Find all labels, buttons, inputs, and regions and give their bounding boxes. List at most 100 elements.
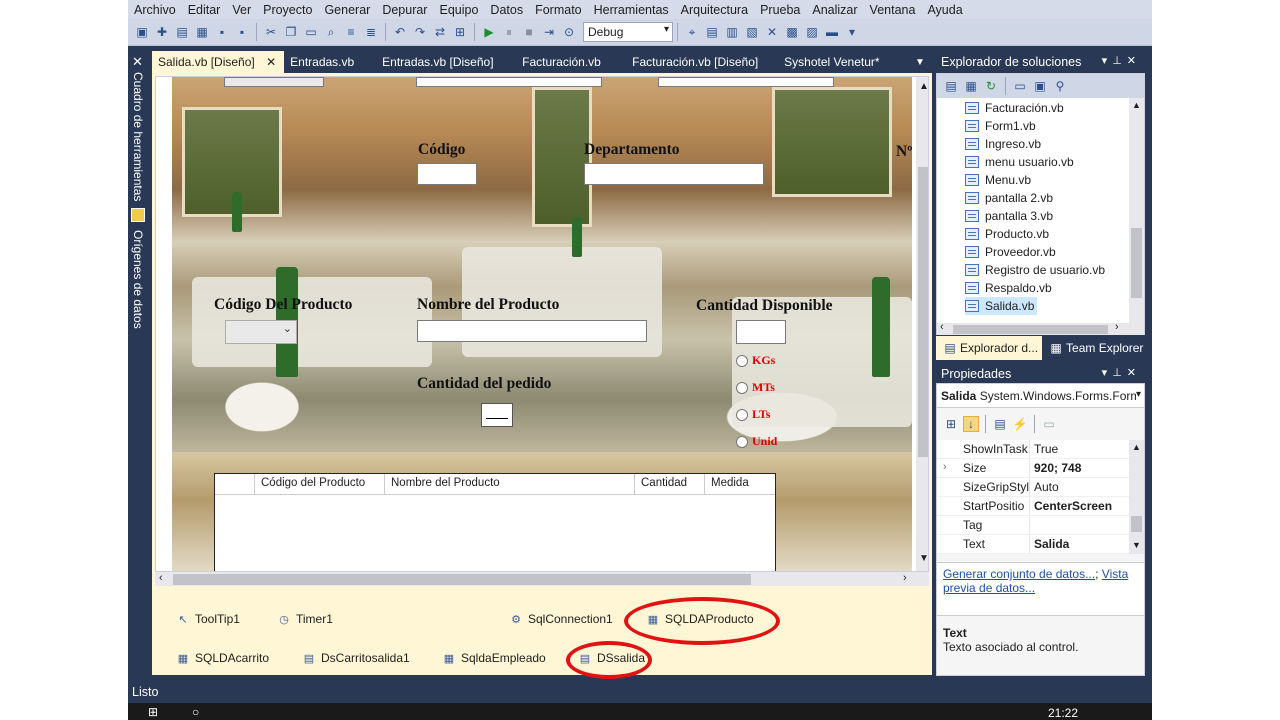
tree-item[interactable]: Facturación.vb [965, 99, 1067, 117]
scroll-thumb[interactable] [1131, 228, 1142, 298]
menu-archivo[interactable]: Archivo [128, 3, 182, 17]
radio-mts[interactable]: MTs [736, 380, 775, 395]
refresh-icon[interactable]: ↻ [983, 78, 999, 94]
menu-datos[interactable]: Datos [484, 3, 529, 17]
column-cantidad[interactable]: Cantidad [635, 474, 705, 494]
property-pages-icon[interactable]: ▭ [1041, 416, 1057, 432]
menu-formato[interactable]: Formato [529, 3, 588, 17]
component-tooltip1[interactable]: ↖ ToolTip1 [176, 612, 240, 626]
tree-item[interactable]: Producto.vb [965, 225, 1052, 243]
paste-icon[interactable]: ▭ [303, 24, 319, 40]
categorized-icon[interactable]: ⊞ [943, 416, 959, 432]
error-list-icon[interactable]: ▨ [804, 24, 820, 40]
items-datagrid[interactable]: Código del Producto Nombre del Producto … [214, 473, 776, 571]
scroll-right-icon[interactable]: › [1115, 321, 1119, 333]
redo-icon[interactable]: ↷ [412, 24, 428, 40]
search-icon[interactable]: ○ [192, 705, 199, 719]
codigo-textbox[interactable] [417, 163, 477, 185]
solution-explorer-icon[interactable]: ▤ [704, 24, 720, 40]
bookmark-icon[interactable]: ⊞ [452, 24, 468, 40]
tree-item[interactable]: menu usuario.vb [965, 153, 1077, 171]
properties-icon[interactable]: ▤ [943, 78, 959, 94]
panel-buttons-icon[interactable]: ▾⊥✕ [1102, 54, 1141, 67]
tree-horizontal-scrollbar[interactable]: ‹ › [937, 321, 1144, 335]
radio-button[interactable] [736, 435, 748, 448]
scroll-left-icon[interactable]: ‹ [940, 321, 944, 333]
radio-lts[interactable]: LTs [736, 407, 770, 422]
scroll-thumb[interactable] [173, 574, 751, 585]
scroll-right-icon[interactable]: › [903, 572, 907, 584]
tab-salida-design[interactable]: Salida.vb [Diseño] ✕ [152, 51, 285, 73]
menu-depurar[interactable]: Depurar [376, 3, 433, 17]
new-project-icon[interactable]: ▣ [134, 24, 150, 40]
toolbar-overflow-icon[interactable]: ▾ [844, 24, 860, 40]
tree-item[interactable]: pantalla 2.vb [965, 189, 1056, 207]
menu-ver[interactable]: Ver [226, 3, 257, 17]
radio-button[interactable] [736, 354, 748, 367]
tree-item[interactable]: Ingreso.vb [965, 135, 1044, 153]
combo-top[interactable] [224, 77, 324, 87]
component-sqlconnection1[interactable]: ⚙ SqlConnection1 [509, 612, 613, 626]
scroll-up-icon[interactable]: ▲ [1132, 442, 1141, 452]
view-designer-icon[interactable]: ▣ [1032, 78, 1048, 94]
menu-arquitectura[interactable]: Arquitectura [675, 3, 754, 17]
menu-ventana[interactable]: Ventana [864, 3, 922, 17]
tab-team-explorer[interactable]: ▦ Team Explorer [1042, 336, 1147, 360]
scroll-up-icon[interactable]: ▲ [919, 81, 928, 92]
open-folder-icon[interactable]: ▤ [174, 24, 190, 40]
tab-solution-explorer[interactable]: ▤ Explorador d... [936, 336, 1043, 360]
show-all-files-icon[interactable]: ▦ [963, 78, 979, 94]
nombre-producto-textbox[interactable] [417, 320, 647, 342]
departamento-textbox[interactable] [584, 163, 764, 185]
property-row[interactable]: SizeGripStyl Auto [937, 478, 1129, 497]
radio-kgs[interactable]: KGs [736, 353, 775, 368]
toolbox-icon[interactable]: ✕ [764, 24, 780, 40]
tree-vertical-scrollbar[interactable]: ▲ [1129, 98, 1144, 323]
scroll-thumb[interactable] [918, 167, 928, 457]
find-icon[interactable]: ⌕ [323, 24, 339, 40]
designer-vertical-scrollbar[interactable]: ▲ ▼ [916, 77, 928, 571]
toolbox-pin-icon[interactable]: ✕ [132, 54, 143, 70]
radio-unid[interactable]: Unid [736, 434, 777, 449]
component-timer1[interactable]: ◷ Timer1 [277, 612, 333, 626]
save-all-icon[interactable]: ▪ [234, 24, 250, 40]
command-window-icon[interactable]: ▬ [824, 24, 840, 40]
scroll-down-icon[interactable]: ▼ [919, 553, 928, 564]
tree-item[interactable]: Registro de usuario.vb [965, 261, 1108, 279]
menu-analizar[interactable]: Analizar [806, 3, 863, 17]
radio-button[interactable] [736, 408, 748, 421]
property-row[interactable]: › Size 920; 748 [937, 459, 1129, 478]
tab-facturacion[interactable]: Facturación.vb [512, 51, 622, 73]
cut-icon[interactable]: ✂ [263, 24, 279, 40]
property-value[interactable]: Salida [1029, 535, 1129, 553]
data-sources-icon[interactable] [131, 208, 145, 222]
radio-button[interactable] [736, 381, 748, 394]
cantidad-disponible-textbox[interactable] [736, 320, 786, 344]
column-codigo[interactable]: Código del Producto [255, 474, 385, 494]
menu-proyecto[interactable]: Proyecto [257, 3, 318, 17]
tree-item-selected[interactable]: Salida.vb [965, 297, 1038, 315]
pause-icon[interactable]: ⏸ [501, 24, 517, 40]
property-value[interactable]: 920; 748 [1029, 459, 1129, 477]
property-row[interactable]: Text Salida [937, 535, 1129, 554]
tree-item[interactable]: Proveedor.vb [965, 243, 1059, 261]
menu-ayuda[interactable]: Ayuda [921, 3, 968, 17]
comment-icon[interactable]: ≡ [343, 24, 359, 40]
scroll-down-icon[interactable]: ▼ [1132, 540, 1141, 550]
class-diagram-icon[interactable]: ⚲ [1052, 78, 1068, 94]
start-debug-icon[interactable]: ▶ [481, 24, 497, 40]
property-value[interactable]: True [1029, 440, 1129, 458]
tab-dropdown-icon[interactable]: ▼ [915, 57, 925, 68]
object-selector[interactable]: Salida System.Windows.Forms.Form ▾ [937, 384, 1144, 408]
windows-start-icon[interactable]: ⊞ [148, 705, 158, 719]
tree-item[interactable]: Form1.vb [965, 117, 1039, 135]
menu-generar[interactable]: Generar [318, 3, 376, 17]
data-sources-tab[interactable]: Orígenes de datos [131, 230, 145, 329]
solution-configuration-select[interactable]: Debug ▾ [583, 22, 673, 42]
tab-entradas-design[interactable]: Entradas.vb [Diseño] [372, 51, 512, 73]
salida-form[interactable]: Código Departamento Nº Código Del Produc… [172, 77, 912, 571]
tree-item[interactable]: pantalla 3.vb [965, 207, 1056, 225]
scroll-up-icon[interactable]: ▲ [1132, 100, 1141, 110]
add-new-item-icon[interactable]: ▦ [194, 24, 210, 40]
tab-facturacion-design[interactable]: Facturación.vb [Diseño] [622, 51, 778, 73]
